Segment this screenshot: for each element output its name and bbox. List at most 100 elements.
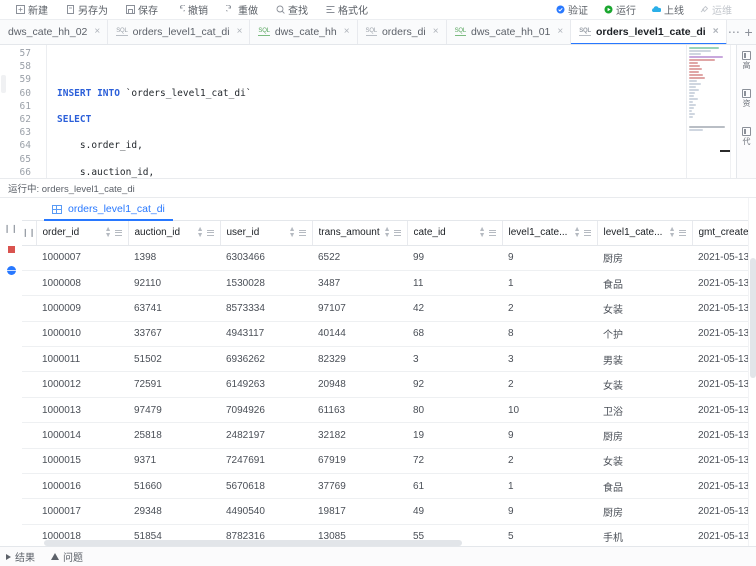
column-menu-icon[interactable] [393,228,401,237]
fold-column[interactable] [37,45,47,178]
sort-icon[interactable]: ▲ ▼ [197,226,204,239]
table-row[interactable]: 1000010 33767 4943117 40144 68 8 个护 2021… [22,321,748,348]
column-header-auction-id[interactable]: auction_id ▲ ▼ [128,221,221,246]
result-horizontal-scrollbar[interactable] [44,540,740,546]
validate-button[interactable]: 验证 [556,2,588,17]
close-icon[interactable]: × [235,27,243,37]
publish-button[interactable]: 上线 [652,2,684,17]
column-menu-icon[interactable] [298,228,306,237]
tab-dws-cate-hh-01[interactable]: SQL dws_cate_hh_01 × [446,20,572,44]
bottom-tab-results[interactable]: 结果 [6,549,35,564]
column-header-user-id[interactable]: user_id ▲ ▼ [220,221,313,246]
tab-orders-di[interactable]: SQL orders_di × [357,20,447,44]
cell-auction-id: 92110 [128,270,220,297]
table-row[interactable]: 1000015 9371 7247691 67919 72 2 女装 2021-… [22,448,748,475]
collapse-handle[interactable] [1,75,6,93]
scrollbar-thumb[interactable] [44,540,462,546]
column-menu-icon[interactable] [206,228,214,237]
cell-level1-name: 女装 [597,371,692,398]
play-icon [6,553,11,560]
bottom-tab-problems[interactable]: 问题 [51,549,83,564]
toolbar-save-as-button[interactable]: 另存为 [66,2,108,17]
cell-user-id: 7094926 [220,397,312,424]
right-panel-item-resource[interactable]: 资 [742,89,751,107]
toolbar-find-button[interactable]: 查找 [276,2,308,17]
cell-gmt-create: 2021-05-13 18 [692,448,748,475]
close-icon[interactable]: × [431,27,439,37]
sort-icon[interactable]: ▲ ▼ [574,226,581,239]
column-label: trans_amount [318,227,380,239]
toolbar-new-label: 新建 [28,6,48,17]
toolbar-undo-button[interactable]: 撤销 [176,2,208,17]
cell-order-id: 1000015 [36,448,128,475]
toolbar-redo-button[interactable]: 重做 [226,2,258,17]
code-content[interactable]: INSERT INTO `orders_level1_cat_di` SELEC… [47,45,686,178]
column-header-level1-cate-name[interactable]: level1_cate... ▲ ▼ [597,221,693,246]
cell-trans-amount: 97107 [312,295,407,322]
column-menu-icon[interactable] [488,228,496,237]
sort-icon[interactable]: ▲ ▼ [669,226,676,239]
cell-user-id: 6303466 [220,245,312,271]
left-collapse-rail[interactable] [0,45,7,178]
tab-dws-cate-hh[interactable]: SQL dws_cate_hh × [250,20,358,44]
table-row[interactable]: 1000009 63741 8573334 97107 42 2 女装 2021… [22,295,748,322]
tab-overflow-button[interactable]: ⋯ [726,20,742,44]
toolbar-new-button[interactable]: 新建 [16,2,48,17]
cell-order-id: 1000008 [36,270,128,297]
toolbar-format-button[interactable]: 格式化 [326,2,368,17]
column-header-order-id[interactable]: order_id ▲ ▼ [36,221,129,246]
result-vertical-scrollbar[interactable] [748,198,756,546]
tab-orders-level1-cat-di[interactable]: SQL orders_level1_cat_di × [108,20,251,44]
row-index [22,422,36,449]
right-panel-item-structure[interactable]: 高 [742,51,751,69]
column-header-gmt-create[interactable]: gmt_create [692,221,748,246]
table-row[interactable]: 1000011 51502 6936262 82329 3 3 男装 2021-… [22,346,748,373]
cell-cate-id: 49 [407,498,502,525]
sort-icon[interactable]: ▲ ▼ [105,226,112,239]
cell-order-id: 1000017 [36,498,128,525]
cell-auction-id: 51660 [128,473,220,500]
table-row[interactable]: 1000017 29348 4490540 19817 49 9 厨房 2021… [22,498,748,525]
code-minimap[interactable] [686,45,730,178]
column-header-cate-id[interactable]: cate_id ▲ ▼ [407,221,503,246]
close-icon[interactable]: × [92,27,100,37]
table-row[interactable]: 1000008 92110 1530028 3487 11 1 食品 2021-… [22,270,748,297]
cell-cate-id: 61 [407,473,502,500]
column-menu-icon[interactable] [583,228,591,237]
table-row[interactable]: 1000013 97479 7094926 61163 80 10 卫浴 202… [22,397,748,424]
sql-keyword: SELECT [57,114,92,126]
tab-orders-level1-cate-di[interactable]: SQL orders_level1_cate_di × [571,20,727,44]
sort-icon[interactable]: ▲ ▼ [384,226,391,239]
tab-dws-cate-hh-02[interactable]: dws_cate_hh_02 × [0,20,109,44]
row-index-header[interactable]: ❙❙ [22,221,37,246]
column-header-trans-amount[interactable]: trans_amount ▲ ▼ [312,221,408,246]
row-index [22,371,36,398]
column-header-level1-cate[interactable]: level1_cate... ▲ ▼ [502,221,598,246]
run-label: 运行 [616,6,636,17]
pause-icon[interactable]: ❙❙ [4,224,18,233]
ops-button[interactable]: 运维 [700,2,732,17]
minimap-viewport[interactable] [720,150,730,152]
close-icon[interactable]: × [342,27,350,37]
table-row[interactable]: 1000014 25818 2482197 32182 19 9 厨房 2021… [22,422,748,449]
sort-icon[interactable]: ▲ ▼ [289,226,296,239]
table-row[interactable]: 1000016 51660 5670618 37769 61 1 食品 2021… [22,473,748,500]
stop-icon[interactable] [7,245,16,254]
code-line: SELECT [57,113,686,126]
cell-trans-amount: 20948 [312,371,407,398]
column-menu-icon[interactable] [114,228,122,237]
right-panel-item-code[interactable]: 代 [742,127,751,145]
run-button[interactable]: 运行 [604,2,636,17]
globe-icon[interactable] [6,266,16,275]
result-tab-orders-level1-cat-di[interactable]: orders_level1_cat_di [44,203,173,221]
sort-icon[interactable]: ▲ ▼ [479,226,486,239]
close-icon[interactable]: × [555,27,563,37]
column-menu-icon[interactable] [678,228,686,237]
table-row[interactable]: 1000012 72591 6149263 20948 92 2 女装 2021… [22,371,748,398]
close-icon[interactable]: × [711,26,719,37]
table-row[interactable]: 1000007 1398 6303466 6522 99 9 厨房 2021-0… [22,245,748,271]
scrollbar-thumb[interactable] [750,258,756,378]
row-index [22,295,36,322]
new-tab-button[interactable]: + [741,20,756,44]
toolbar-save-button[interactable]: 保存 [126,2,158,17]
